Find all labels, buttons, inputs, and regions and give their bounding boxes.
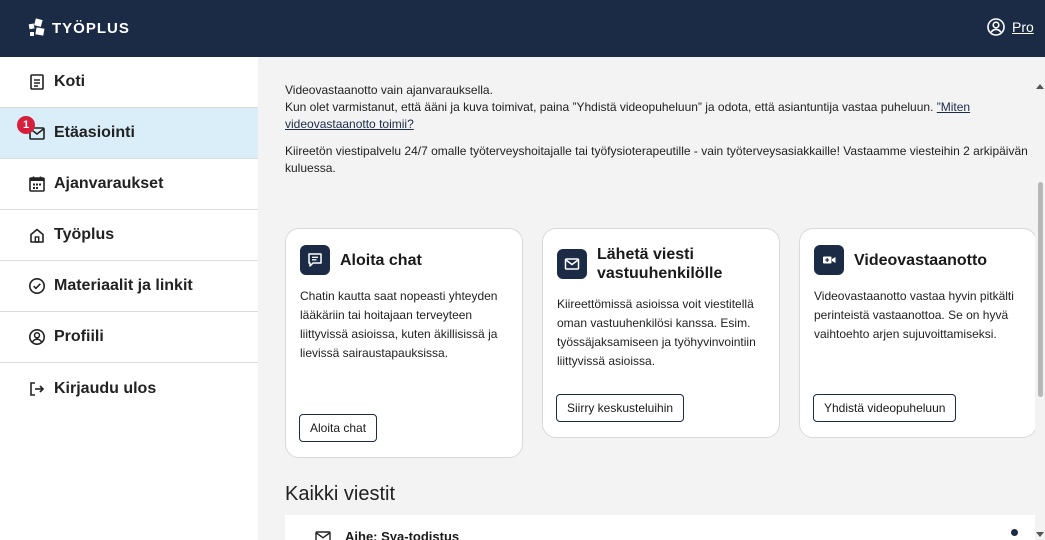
- sidebar: Koti 1 Etäasiointi Ajanvaraukset Työplus…: [0, 57, 258, 540]
- card-title: Videovastaanotto: [854, 251, 988, 269]
- tyoplus-logo[interactable]: TYÖPLUS: [26, 17, 130, 39]
- user-circle-icon: [27, 327, 47, 347]
- logout-icon: [27, 379, 47, 399]
- intro-line-2: Kun olet varmistanut, että ääni ja kuva …: [285, 100, 937, 114]
- chat-icon: [300, 245, 330, 275]
- top-bar: TYÖPLUS Pro: [0, 0, 1045, 57]
- card-description: Videovastaanotto vastaa hyvin pitkälti p…: [814, 289, 1014, 341]
- sidebar-item-tyoplus[interactable]: Työplus: [0, 210, 258, 261]
- chat-card: Aloita chat Chatin kautta saat nopeasti …: [285, 228, 523, 458]
- go-to-conversations-button[interactable]: Siirry keskusteluihin: [556, 394, 685, 422]
- intro-line-1: Videovastaanotto vain ajanvarauksella.: [285, 83, 493, 97]
- sidebar-item-label: Materiaalit ja linkit: [54, 277, 193, 294]
- calendar-icon: [27, 174, 47, 194]
- document-icon: [27, 72, 47, 92]
- sidebar-item-label: Kirjaudu ulos: [54, 379, 157, 397]
- unread-indicator: [1011, 529, 1018, 536]
- card-title: Lähetä viesti vastuuhenkilölle: [597, 246, 723, 282]
- profile-link[interactable]: Pro: [987, 18, 1034, 36]
- sidebar-item-kirjaudu-ulos[interactable]: Kirjaudu ulos: [0, 363, 258, 414]
- scrollbar-thumb[interactable]: [1038, 182, 1043, 397]
- all-messages-heading: Kaikki viestit: [285, 483, 396, 505]
- envelope-icon: [315, 530, 331, 540]
- join-video-call-button[interactable]: Yhdistä videopuheluun: [813, 394, 957, 422]
- scroll-up-arrow-icon[interactable]: [1036, 84, 1044, 89]
- start-chat-button[interactable]: Aloita chat: [299, 414, 378, 442]
- message-item[interactable]: Aihe: Sya-todistus: [315, 529, 459, 540]
- check-circle-icon: [27, 276, 47, 296]
- sidebar-item-label: Etäasiointi: [54, 124, 135, 141]
- sidebar-item-koti[interactable]: Koti: [0, 57, 258, 108]
- sidebar-item-ajanvaraukset[interactable]: Ajanvaraukset: [0, 159, 258, 210]
- intro-line: Videovastaanotto vain ajanvarauksella. Ku…: [285, 82, 1037, 133]
- intro-text: Videovastaanotto vain ajanvarauksella. Ku…: [285, 82, 1037, 187]
- logo-text: TYÖPLUS: [52, 19, 130, 37]
- scroll-down-arrow-icon[interactable]: [1036, 532, 1044, 537]
- sidebar-item-label: Koti: [54, 73, 86, 90]
- envelope-icon: [557, 249, 587, 279]
- card-description: Kiireettömissä asioissa voit viestitellä…: [557, 297, 756, 368]
- sidebar-item-label: Työplus: [54, 226, 115, 243]
- message-subject: Aihe: Sya-todistus: [345, 529, 460, 540]
- card-description: Chatin kautta saat nopeasti yhteyden lää…: [300, 289, 498, 360]
- user-circle-icon: [987, 18, 1005, 36]
- sidebar-item-label: Profiili: [54, 328, 104, 345]
- main-content: Videovastaanotto vain ajanvarauksella. Ku…: [258, 57, 1045, 540]
- video-card: Videovastaanotto Videovastaanotto vastaa…: [799, 228, 1037, 438]
- home-icon: [27, 225, 47, 245]
- messages-list: Aihe: Sya-todistus: [285, 515, 1037, 540]
- sidebar-item-profiili[interactable]: Profiili: [0, 312, 258, 363]
- video-icon: [814, 245, 844, 275]
- scrollbar[interactable]: [1035, 57, 1045, 540]
- logo-mark-icon: [28, 18, 45, 36]
- message-card: Lähetä viesti vastuuhenkilölle Kiireettö…: [542, 228, 780, 438]
- sidebar-item-materiaalit[interactable]: Materiaalit ja linkit: [0, 261, 258, 312]
- card-title: Aloita chat: [340, 251, 422, 269]
- sidebar-item-etaasiointi[interactable]: 1 Etäasiointi: [0, 108, 258, 159]
- intro-line-3: Kiireetön viestipalvelu 24/7 omalle työt…: [285, 144, 1028, 175]
- profile-label: Pro: [1012, 19, 1034, 35]
- notification-badge: 1: [17, 116, 35, 134]
- sidebar-item-label: Ajanvaraukset: [54, 175, 164, 192]
